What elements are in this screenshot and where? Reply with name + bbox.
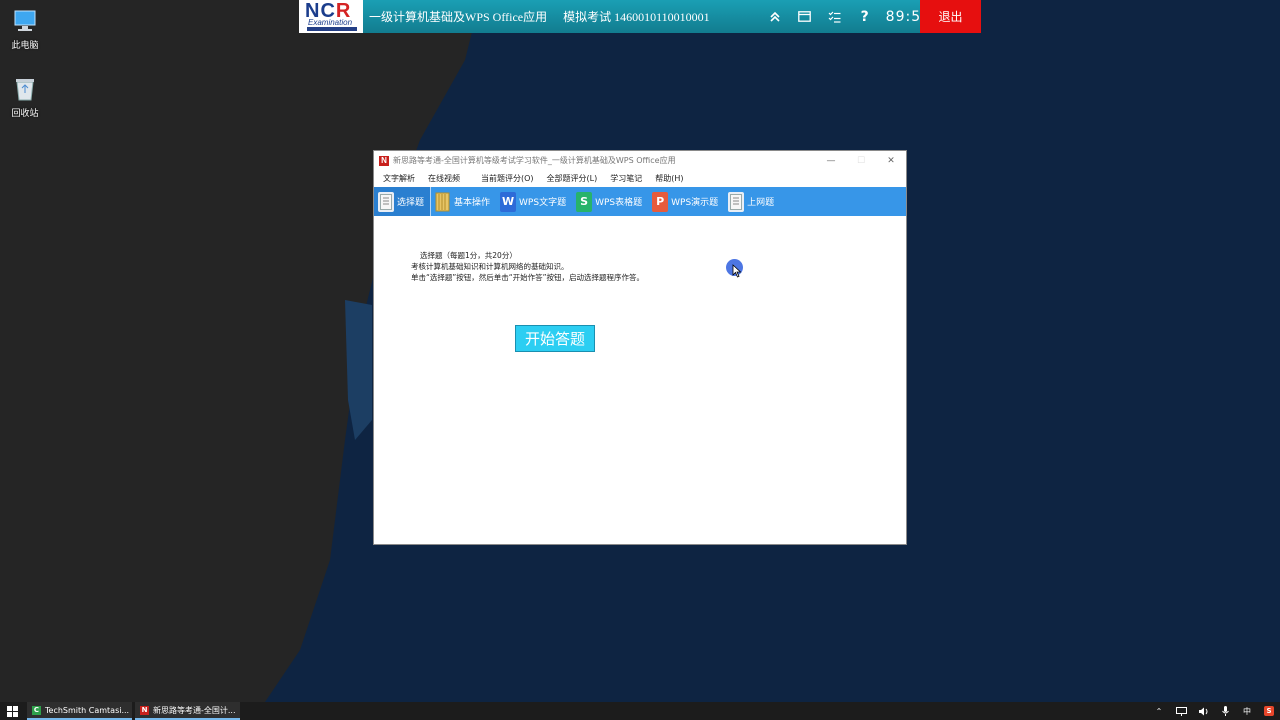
taskbar-item-app[interactable]: N 新思路等考通-全国计...	[135, 702, 240, 720]
exam-title: 一级计算机基础及WPS Office应用	[369, 10, 548, 24]
folder-icon	[435, 192, 451, 212]
close-button[interactable]: ✕	[876, 151, 906, 170]
tab-basic-operations[interactable]: 基本操作	[431, 187, 496, 216]
tab-label: 基本操作	[454, 198, 491, 208]
menu-item-score-all[interactable]: 全部题评分(L)	[547, 173, 598, 184]
tab-wps-writer[interactable]: W WPS文字题	[496, 187, 572, 216]
chevron-up-icon[interactable]: ⌃	[1148, 702, 1170, 720]
desktop-icon-label: 回收站	[11, 109, 39, 119]
desktop-icon-recycle-bin[interactable]: 回收站	[2, 76, 48, 119]
tab-wps-presentation[interactable]: P WPS演示题	[648, 187, 724, 216]
camtasia-icon: C	[32, 705, 41, 715]
tab-label: WPS表格题	[595, 198, 643, 208]
desktop-icon-label: 此电脑	[11, 41, 39, 51]
menu-item-online-video[interactable]: 在线视频	[428, 173, 460, 184]
exit-button[interactable]: 退出	[920, 0, 981, 33]
tab-label: WPS演示题	[671, 198, 719, 208]
app-n-icon: N	[379, 155, 389, 166]
tab-wps-spreadsheet[interactable]: S WPS表格题	[572, 187, 648, 216]
ime-label[interactable]: 中	[1236, 702, 1258, 720]
tab-label: WPS文字题	[519, 198, 567, 208]
exam-mode: 模拟考试 1460010110010001	[563, 10, 710, 24]
window-icon[interactable]	[790, 0, 820, 33]
minimize-button[interactable]: —	[816, 151, 846, 170]
section-heading: 选择题（每题1分，共20分）	[420, 251, 517, 260]
window-controls: — ☐ ✕	[816, 151, 906, 170]
volume-icon[interactable]	[1192, 702, 1214, 720]
menu-bar: 文字解析 在线视频 当前题评分(O) 全部题评分(L) 学习笔记 帮助(H)	[374, 170, 906, 187]
tab-internet[interactable]: 上网题	[724, 187, 780, 216]
windows-start-icon[interactable]	[0, 702, 24, 720]
menu-item-help[interactable]: 帮助(H)	[655, 173, 683, 184]
start-answering-button[interactable]: 开始答题	[515, 325, 595, 352]
app-window: N 新思路等考通-全国计算机等级考试学习软件_一级计算机基础及WPS Offic…	[373, 150, 907, 545]
checklist-icon[interactable]	[820, 0, 850, 33]
document-icon	[728, 191, 745, 212]
document-icon	[378, 191, 394, 212]
taskbar: C TechSmith Camtasi... N 新思路等考通-全国计... ⌃…	[0, 702, 1280, 720]
sogou-icon[interactable]: S	[1258, 702, 1280, 720]
tab-choice-questions[interactable]: 选择题	[374, 187, 432, 216]
tab-label: 上网题	[747, 198, 775, 208]
maximize-button[interactable]: ☐	[846, 151, 876, 170]
app-n-icon: N	[140, 705, 149, 715]
menu-item-notes[interactable]: 学习笔记	[610, 173, 642, 184]
cursor-arrow-icon	[732, 264, 742, 278]
window-title: 新思路等考通-全国计算机等级考试学习软件_一级计算机基础及WPS Office应…	[393, 156, 676, 165]
question-type-toolbar: 选择题 基本操作 W WPS文字题 S WPS表格题 P WPS演示题 上网题	[374, 187, 906, 216]
collapse-up-icon[interactable]	[760, 0, 790, 33]
system-tray: ⌃ 中 S	[1148, 702, 1280, 720]
window-titlebar: N 新思路等考通-全国计算机等级考试学习软件_一级计算机基础及WPS Offic…	[374, 151, 906, 170]
section-instruction: 单击“选择题”按钮，然后单击“开始作答”按钮，启动选择题程序作答。	[411, 273, 645, 282]
wps-spreadsheet-icon: S	[576, 191, 593, 212]
computer-icon	[10, 8, 40, 34]
exam-top-bar: NCR Examination 一级计算机基础及WPS Office应用 模拟考…	[299, 0, 981, 33]
taskbar-item-label: 新思路等考通-全国计...	[153, 705, 236, 715]
recycle-bin-icon	[10, 76, 40, 102]
help-icon[interactable]: ?	[850, 0, 880, 33]
wps-writer-icon: W	[500, 191, 517, 212]
section-description: 考核计算机基础知识和计算机网络的基础知识。	[411, 262, 569, 271]
content-area: 选择题（每题1分，共20分） 考核计算机基础知识和计算机网络的基础知识。 单击“…	[374, 216, 906, 544]
menu-item-score-current[interactable]: 当前题评分(O)	[481, 173, 534, 184]
taskbar-item-label: TechSmith Camtasi...	[45, 705, 130, 715]
exam-tools: ? 89:54	[760, 0, 931, 33]
menu-item-text-analysis[interactable]: 文字解析	[383, 173, 415, 184]
logo-subtext: Examination	[308, 18, 353, 27]
taskbar-item-camtasia[interactable]: C TechSmith Camtasi...	[27, 702, 132, 720]
desktop-icon-this-pc[interactable]: 此电脑	[2, 8, 48, 51]
tab-label: 选择题	[397, 198, 425, 208]
logo-banner	[307, 27, 357, 31]
network-icon[interactable]	[1170, 702, 1192, 720]
ncr-logo: NCR Examination	[299, 0, 363, 33]
microphone-icon[interactable]	[1214, 702, 1236, 720]
wps-presentation-icon: P	[652, 191, 669, 212]
